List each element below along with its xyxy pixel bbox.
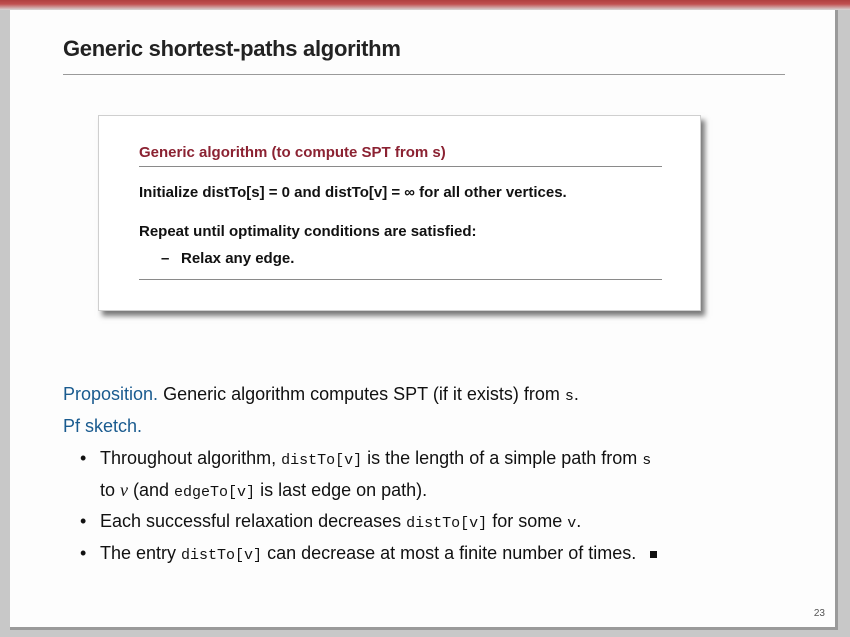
- title-divider: [63, 74, 785, 75]
- pf-sketch-label: Pf sketch.: [63, 416, 143, 436]
- bullet-1-code: distTo[v]: [281, 452, 363, 469]
- bullet-3-text-b: can decrease at most a finite number of …: [262, 543, 637, 563]
- algorithm-init-line: Initialize distTo[s] = 0 and distTo[v] =…: [139, 184, 567, 201]
- bullet-1-cont-a: to: [100, 480, 121, 500]
- bullet-1-v: v: [120, 480, 129, 500]
- bullet-2-text-a: Each successful relaxation decreases: [100, 511, 407, 531]
- proposition-text-a: Generic algorithm computes SPT (if it ex…: [158, 384, 565, 404]
- qed-square-icon: [650, 551, 658, 558]
- bullet-2-text-b: for some: [487, 511, 568, 531]
- algorithm-sub-item: – Relax any edge.: [161, 250, 294, 267]
- proposition: Proposition. Generic algorithm computes …: [63, 384, 579, 405]
- bullet-1-s: s: [642, 452, 652, 469]
- relax-text: Relax any edge.: [181, 250, 295, 267]
- bullet-1-text-a: Throughout algorithm,: [100, 448, 282, 468]
- proposition-s: s: [564, 388, 574, 405]
- page-number: 23: [813, 608, 825, 619]
- bullet-dot: •: [80, 543, 87, 563]
- dash-marker: –: [161, 250, 170, 267]
- slide-title: Generic shortest-paths algorithm: [63, 36, 401, 61]
- algorithm-box-top-rule: [139, 166, 662, 167]
- bullet-1-cont-c: is last edge on path).: [255, 480, 428, 500]
- algorithm-box-heading: Generic algorithm (to compute SPT from s…: [139, 144, 446, 161]
- bullet-3-code: distTo[v]: [181, 547, 263, 564]
- bullet-2-text-c: .: [576, 511, 582, 531]
- bullet-1-continuation: to v (and edgeTo[v] is last edge on path…: [100, 480, 427, 501]
- bullet-dot: •: [80, 511, 87, 531]
- bullet-3: • The entry distTo[v] can decrease at mos…: [80, 543, 658, 564]
- proposition-label: Proposition.: [63, 384, 159, 404]
- bullet-1-cont-b: (and: [128, 480, 175, 500]
- algorithm-repeat-line: Repeat until optimality conditions are s…: [139, 223, 477, 240]
- bullet-2-v: v: [567, 515, 577, 532]
- algorithm-box: Generic algorithm (to compute SPT from s…: [98, 115, 701, 311]
- bullet-1: • Throughout algorithm, distTo[v] is the …: [80, 448, 651, 469]
- bullet-1-text-b: is the length of a simple path from: [362, 448, 643, 468]
- bullet-2-code: distTo[v]: [406, 515, 488, 532]
- window-top-edge: [0, 0, 850, 10]
- slide: Generic shortest-paths algorithm Generic…: [10, 10, 838, 630]
- proposition-text-b: .: [573, 384, 579, 404]
- bullet-3-text-a: The entry: [100, 543, 182, 563]
- bullet-2: • Each successful relaxation decreases di…: [80, 511, 581, 532]
- algorithm-box-bottom-rule: [139, 279, 662, 280]
- bullet-1-code2: edgeTo[v]: [174, 484, 256, 501]
- bullet-dot: •: [80, 448, 87, 468]
